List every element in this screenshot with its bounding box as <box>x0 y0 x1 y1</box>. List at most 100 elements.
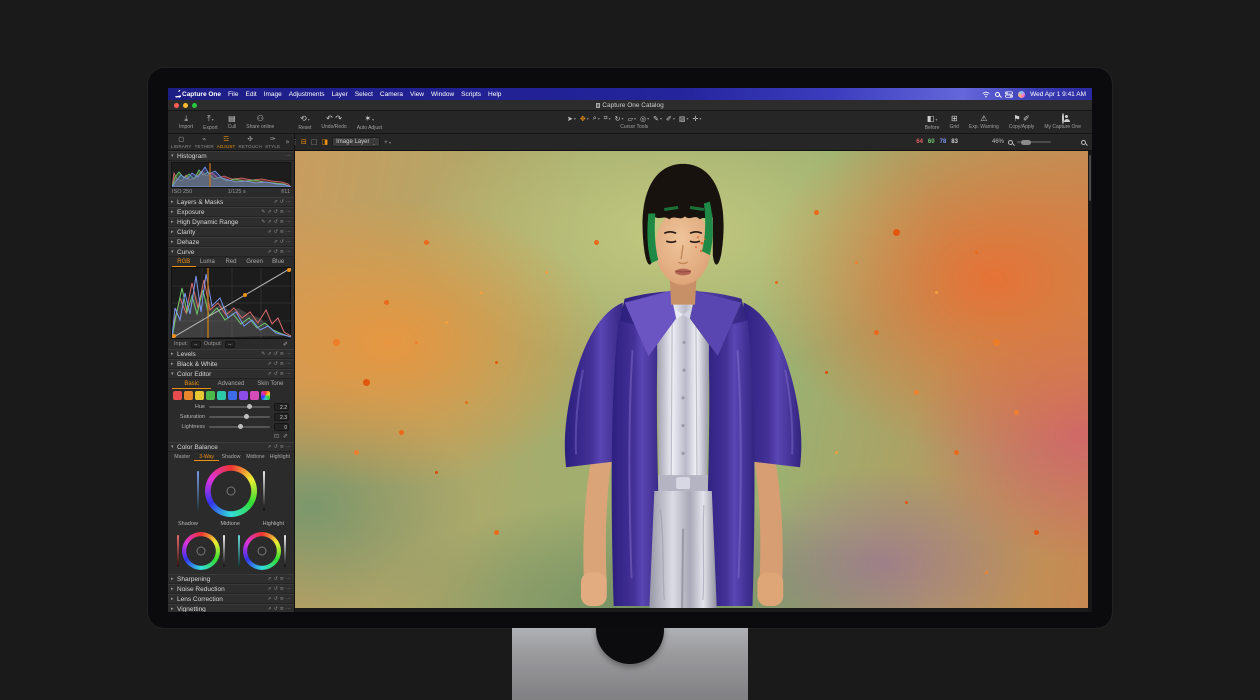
tab-adjust[interactable]: ☲ ADJUST <box>217 136 236 149</box>
pen-icon[interactable]: ✎ <box>261 352 265 357</box>
color-editor-tab-skin-tone[interactable]: Skin Tone <box>251 380 290 388</box>
copy-icon[interactable]: ⇗ <box>274 240 278 245</box>
tab-style[interactable]: ✑ STYLE <box>265 136 280 149</box>
presets-icon[interactable]: ≡ <box>280 210 284 215</box>
siri-icon[interactable] <box>1018 91 1025 98</box>
panel-color-balance-header[interactable]: ▾ Color Balance ⇗↺≡⋯ <box>168 442 294 452</box>
apple-menu-icon[interactable] <box>174 90 182 98</box>
control-center-icon[interactable] <box>1005 90 1013 98</box>
wifi-icon[interactable] <box>982 90 990 98</box>
menu-view[interactable]: View <box>410 91 424 98</box>
more-icon[interactable]: ⋯ <box>286 577 291 582</box>
curve-graph[interactable] <box>171 267 291 339</box>
menu-layer[interactable]: Layer <box>332 91 348 98</box>
zoom-slider-thumb[interactable] <box>1021 140 1031 145</box>
zoom-percent[interactable]: 46% <box>992 139 1004 145</box>
more-icon[interactable]: ⋯ <box>286 250 291 255</box>
panel-histogram-header[interactable]: ▾ Histogram ⋯ <box>168 151 294 161</box>
zoom-out-icon[interactable] <box>1008 140 1013 145</box>
auto-adjust-button[interactable]: ✶▾ Auto Adjust <box>352 111 387 133</box>
reset-icon[interactable]: ↺ <box>274 220 278 225</box>
copy-icon[interactable]: ⇗ <box>267 220 271 225</box>
grid-button[interactable]: ⊞ Grid <box>944 111 963 133</box>
menu-help[interactable]: Help <box>488 91 501 98</box>
presets-icon[interactable]: ≡ <box>280 362 284 367</box>
more-icon[interactable]: ⋯ <box>286 230 291 235</box>
export-button[interactable]: ⤒▾ Export <box>198 111 222 133</box>
viewer-scrollbar[interactable] <box>1088 151 1092 612</box>
reset-icon[interactable]: ↺ <box>274 352 278 357</box>
reset-icon[interactable]: ↺ <box>274 372 278 377</box>
reset-icon[interactable]: ↺ <box>274 362 278 367</box>
presets-icon[interactable]: ≡ <box>280 577 284 582</box>
color-picker-icon[interactable]: ✐ <box>283 433 288 440</box>
add-layer-button[interactable]: +▾ <box>384 139 391 146</box>
midtone-luminance-slider[interactable] <box>263 471 265 511</box>
highlight-color-wheel[interactable] <box>243 532 281 570</box>
swatch-orange[interactable] <box>184 391 193 400</box>
presets-icon[interactable]: ≡ <box>280 230 284 235</box>
curve-tab-rgb[interactable]: RGB <box>172 258 196 267</box>
import-button[interactable]: ⤓ Import <box>174 111 198 133</box>
panel-noise-reduction-header[interactable]: ▸ Noise Reduction ⇗↺≡⋯ <box>168 584 294 594</box>
copy-icon[interactable]: ⇗ <box>267 250 271 255</box>
color-editor-tab-advanced[interactable]: Advanced <box>211 380 250 388</box>
layer-select[interactable]: Image Layer ⌃⌄ <box>332 137 380 147</box>
swatch-purple[interactable] <box>239 391 248 400</box>
copy-icon[interactable]: ⇗ <box>267 362 271 367</box>
lightness-slider[interactable] <box>209 426 270 428</box>
image-viewer[interactable] <box>295 151 1092 612</box>
shadow-hue-slider[interactable] <box>177 535 179 567</box>
reset-icon[interactable]: ↺ <box>274 230 278 235</box>
hue-slider[interactable] <box>209 406 270 408</box>
pan-tool[interactable]: ✥▾ <box>580 115 589 123</box>
panel-curve-header[interactable]: ▾ Curve ⇗↺≡⋯ <box>168 247 294 257</box>
copy-icon[interactable]: ⇗ <box>267 597 271 602</box>
more-icon[interactable]: ⋯ <box>286 362 291 367</box>
before-after-button[interactable]: ◧▾ Before <box>920 111 945 133</box>
presets-icon[interactable]: ≡ <box>280 587 284 592</box>
swatch-yellow[interactable] <box>195 391 204 400</box>
copy-icon[interactable]: ⇗ <box>267 607 271 612</box>
cb-tab-master[interactable]: Master <box>170 454 194 460</box>
presets-icon[interactable]: ≡ <box>280 220 284 225</box>
draw-mask-tool[interactable]: ✎▾ <box>653 115 662 123</box>
reset-button[interactable]: ⟲▾ Reset <box>293 111 316 133</box>
panel-layers-masks-header[interactable]: ▸ Layers & Masks ⇗↺⋯ <box>168 197 294 207</box>
rotate-tool[interactable]: ↻▾ <box>615 115 624 123</box>
panel-color-editor-header[interactable]: ▾ Color Editor ⇗↺≡⋯ <box>168 369 294 379</box>
tab-library[interactable]: ▢ LIBRARY <box>171 136 192 149</box>
shadow-luminance-slider[interactable] <box>223 535 225 567</box>
panel-vignetting-header[interactable]: ▸ Vignetting ⇗↺≡⋯ <box>168 604 294 612</box>
curve-input-value[interactable]: -- <box>191 341 201 348</box>
reset-icon[interactable]: ↺ <box>280 200 284 205</box>
panel-sharpening-header[interactable]: ▸ Sharpening ⇗↺≡⋯ <box>168 574 294 584</box>
presets-icon[interactable]: ≡ <box>280 597 284 602</box>
menu-scripts[interactable]: Scripts <box>461 91 481 98</box>
more-icon[interactable]: ⋯ <box>286 372 291 377</box>
reset-icon[interactable]: ↺ <box>274 607 278 612</box>
menu-bar-clock[interactable]: Wed Apr 1 9:41 AM <box>1030 91 1086 98</box>
reset-icon[interactable]: ↺ <box>274 577 278 582</box>
menu-edit[interactable]: Edit <box>246 91 257 98</box>
pick-color-tool[interactable]: ✛▾ <box>693 115 702 123</box>
zoom-slider[interactable] <box>1017 141 1051 143</box>
copy-icon[interactable]: ⇗ <box>267 210 271 215</box>
panel-levels-header[interactable]: ▸ Levels ✎⇗↺≡⋯ <box>168 349 294 359</box>
more-icon[interactable]: ⋯ <box>286 597 291 602</box>
panel-lens-correction-header[interactable]: ▸ Lens Correction ⇗↺≡⋯ <box>168 594 294 604</box>
copy-icon[interactable]: ⇗ <box>267 445 271 450</box>
view-selected-range-icon[interactable]: ⊡ <box>274 433 279 440</box>
curve-picker-icon[interactable]: ✐ <box>283 341 288 348</box>
more-icon[interactable]: ⋯ <box>286 240 291 245</box>
spotlight-search-icon[interactable] <box>995 92 1000 97</box>
panel-dehaze-header[interactable]: ▸ Dehaze ⇗↺⋯ <box>168 237 294 247</box>
curve-tab-luma[interactable]: Luma <box>196 258 220 266</box>
menu-adjustments[interactable]: Adjustments <box>289 91 325 98</box>
presets-icon[interactable]: ≡ <box>280 607 284 612</box>
panel-black-white-header[interactable]: ▸ Black & White ⇗↺≡⋯ <box>168 359 294 369</box>
shadow-color-wheel[interactable] <box>182 532 220 570</box>
more-icon[interactable]: ⋯ <box>286 607 291 612</box>
my-capture-one-button[interactable]: My Capture One <box>1039 111 1086 133</box>
menu-select[interactable]: Select <box>355 91 373 98</box>
